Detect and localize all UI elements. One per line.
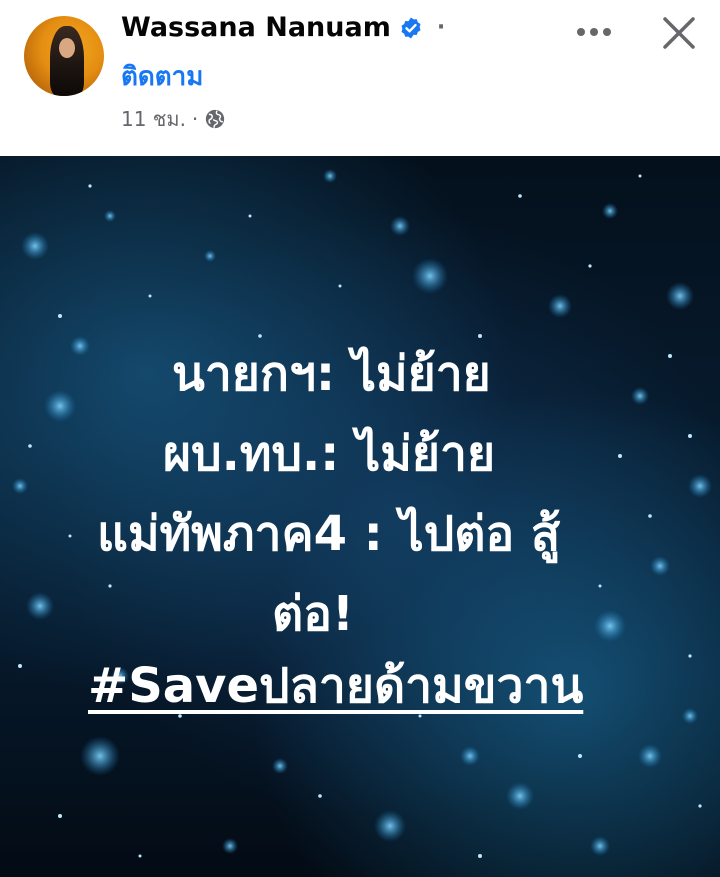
author-name[interactable]: Wassana Nanuam: [121, 12, 391, 43]
image-text-line-1: นายกฯ: ไม่ย้าย: [172, 346, 491, 402]
follow-button[interactable]: ติดตาม: [121, 56, 203, 97]
author-name-row: Wassana Nanuam ·: [121, 12, 445, 43]
name-separator: ·: [436, 15, 446, 40]
globe-icon[interactable]: [204, 108, 226, 130]
image-text-line-2: ผบ.ทบ.: ไม่ย้าย: [163, 426, 496, 482]
verified-badge-icon: [401, 17, 421, 38]
more-options-icon[interactable]: [572, 20, 616, 44]
meta-separator: ·: [191, 107, 199, 131]
post-meta: 11 ชม. ·: [121, 103, 226, 135]
more-dot: [577, 28, 585, 36]
post-header: Wassana Nanuam · ติดตาม 11 ชม. ·: [0, 0, 720, 156]
more-dot: [603, 28, 611, 36]
post-time[interactable]: 11 ชม.: [121, 103, 186, 135]
post-image[interactable]: นายกฯ: ไม่ย้าย ผบ.ทบ.: ไม่ย้าย แม่ทัพภาค…: [0, 156, 720, 877]
image-hashtag: #Saveปลายด้ามขวาน: [88, 658, 584, 714]
avatar-figure: [50, 26, 84, 96]
image-text-line-3: แม่ทัพภาค4 : ไปต่อ สู้: [97, 506, 561, 562]
avatar-face: [59, 38, 75, 58]
more-dot: [590, 28, 598, 36]
close-icon[interactable]: [660, 14, 698, 52]
author-avatar[interactable]: [24, 16, 104, 96]
image-text-line-4: ต่อ!: [272, 586, 354, 642]
